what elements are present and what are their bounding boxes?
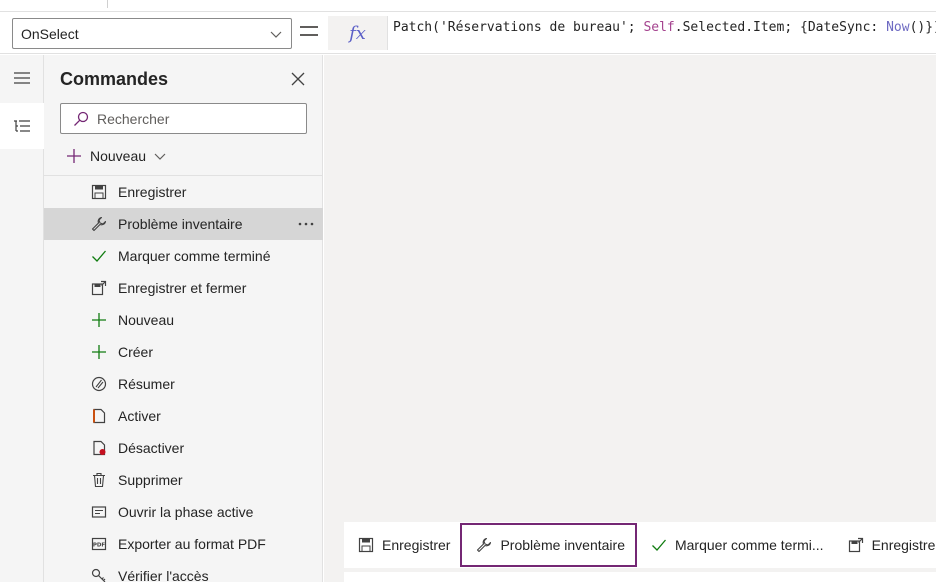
fx-icon[interactable]: fx <box>328 16 388 50</box>
command-label: Enregistrer et fermer <box>118 280 247 296</box>
cmdbar-button-probleme-inventaire[interactable]: Problème inventaire <box>460 523 637 567</box>
formula-keyword: Self <box>643 20 675 35</box>
command-bar-preview: Enregistrer Problème inventaire Marquer … <box>344 522 936 568</box>
activate-icon <box>93 408 106 424</box>
formula-part: .Selected.Item; {DateSync: <box>674 20 887 35</box>
command-label: Exporter au format PDF <box>118 536 266 552</box>
command-label: Marquer comme terminé <box>118 248 271 264</box>
fx-label: fx <box>349 22 366 44</box>
command-list: Enregistrer Problème inventaire Marquer … <box>44 176 323 582</box>
command-item-exporter-pdf[interactable]: PDF Exporter au format PDF <box>44 528 323 560</box>
left-rail <box>0 55 44 582</box>
key-icon <box>91 568 106 582</box>
svg-text:PDF: PDF <box>93 543 106 549</box>
pdf-icon: PDF <box>91 537 107 551</box>
command-item-nouveau[interactable]: Nouveau <box>44 304 323 336</box>
chevron-down-icon <box>154 153 166 160</box>
search-icon <box>74 111 89 126</box>
formula-part: Patch('Réservations de bureau'; <box>393 20 644 35</box>
tree-view-icon <box>14 120 30 132</box>
equals-icon <box>300 26 320 40</box>
wrench-icon <box>477 537 492 553</box>
hamburger-button[interactable] <box>0 55 44 101</box>
save-icon <box>91 184 107 200</box>
command-item-desactiver[interactable]: Désactiver <box>44 432 323 464</box>
command-item-probleme-inventaire[interactable]: Problème inventaire <box>44 208 323 240</box>
command-item-ouvrir-phase[interactable]: Ouvrir la phase active <box>44 496 323 528</box>
property-dropdown-value: OnSelect <box>21 25 79 42</box>
wrench-icon <box>91 216 107 232</box>
cmdbar-button-marquer-termine[interactable]: Marquer comme termi... <box>637 523 834 567</box>
command-label: Ouvrir la phase active <box>118 504 254 520</box>
hamburger-icon <box>14 72 30 84</box>
deactivate-icon <box>93 440 106 456</box>
cmdbar-button-label: Problème inventaire <box>500 537 625 553</box>
formula-bar: OnSelect fx Patch('Réservations de burea… <box>0 12 936 54</box>
tree-view-button[interactable] <box>0 103 44 149</box>
cmdbar-button-enregistrer[interactable]: Enregistrer <box>344 523 460 567</box>
cmdbar-button-enregistrer-fermer[interactable]: Enregistrer <box>834 523 936 567</box>
stage-icon <box>91 506 107 518</box>
property-dropdown[interactable]: OnSelect <box>12 18 292 49</box>
cmdbar-button-label: Marquer comme termi... <box>674 537 824 553</box>
new-command-button[interactable]: Nouveau <box>66 144 166 168</box>
commands-panel: Commandes Rechercher Nouveau Enregistrer… <box>44 55 323 582</box>
panel-title: Commandes <box>60 69 169 89</box>
command-label: Activer <box>118 408 161 424</box>
top-strip <box>0 0 936 12</box>
top-strip-divider <box>107 0 108 8</box>
command-item-resumer[interactable]: Résumer <box>44 368 323 400</box>
search-input[interactable]: Rechercher <box>60 103 307 134</box>
command-label: Vérifier l'accès <box>118 568 209 582</box>
cmdbar-button-label: Enregistrer <box>382 537 451 553</box>
formula-input[interactable]: Patch('Réservations de bureau'; Self.Sel… <box>393 20 936 35</box>
summarize-icon <box>91 376 107 392</box>
command-item-enregistrer[interactable]: Enregistrer <box>44 176 323 208</box>
command-item-supprimer[interactable]: Supprimer <box>44 464 323 496</box>
app-canvas[interactable] <box>324 55 936 582</box>
trash-icon <box>93 472 105 488</box>
command-item-verifier-acces[interactable]: Vérifier l'accès <box>44 560 323 582</box>
command-item-activer[interactable]: Activer <box>44 400 323 432</box>
command-label: Enregistrer <box>118 184 187 200</box>
command-label: Désactiver <box>118 440 185 456</box>
new-command-label: Nouveau <box>90 148 147 164</box>
chevron-down-icon <box>270 31 282 38</box>
save-close-icon <box>848 537 863 553</box>
command-label: Problème inventaire <box>118 216 243 232</box>
formula-part: ()}) <box>909 20 936 35</box>
command-label: Créer <box>118 344 154 360</box>
cmdbar-button-label: Enregistrer <box>871 537 936 553</box>
search-placeholder: Rechercher <box>97 110 170 127</box>
save-icon <box>358 537 374 553</box>
plus-icon <box>67 149 81 163</box>
checkmark-icon <box>92 250 106 262</box>
more-options-icon[interactable] <box>297 216 315 232</box>
save-close-icon <box>91 280 107 296</box>
formula-function: Now <box>886 20 910 35</box>
plus-icon <box>92 313 106 327</box>
command-item-marquer-termine[interactable]: Marquer comme terminé <box>44 240 323 272</box>
command-item-enregistrer-fermer[interactable]: Enregistrer et fermer <box>44 272 323 304</box>
command-label: Supprimer <box>118 472 183 488</box>
form-area <box>344 572 936 582</box>
command-label: Résumer <box>118 376 175 392</box>
command-label: Nouveau <box>118 312 175 328</box>
plus-icon <box>92 345 106 359</box>
command-item-creer[interactable]: Créer <box>44 336 323 368</box>
close-icon[interactable] <box>290 71 306 87</box>
checkmark-icon <box>652 539 666 551</box>
